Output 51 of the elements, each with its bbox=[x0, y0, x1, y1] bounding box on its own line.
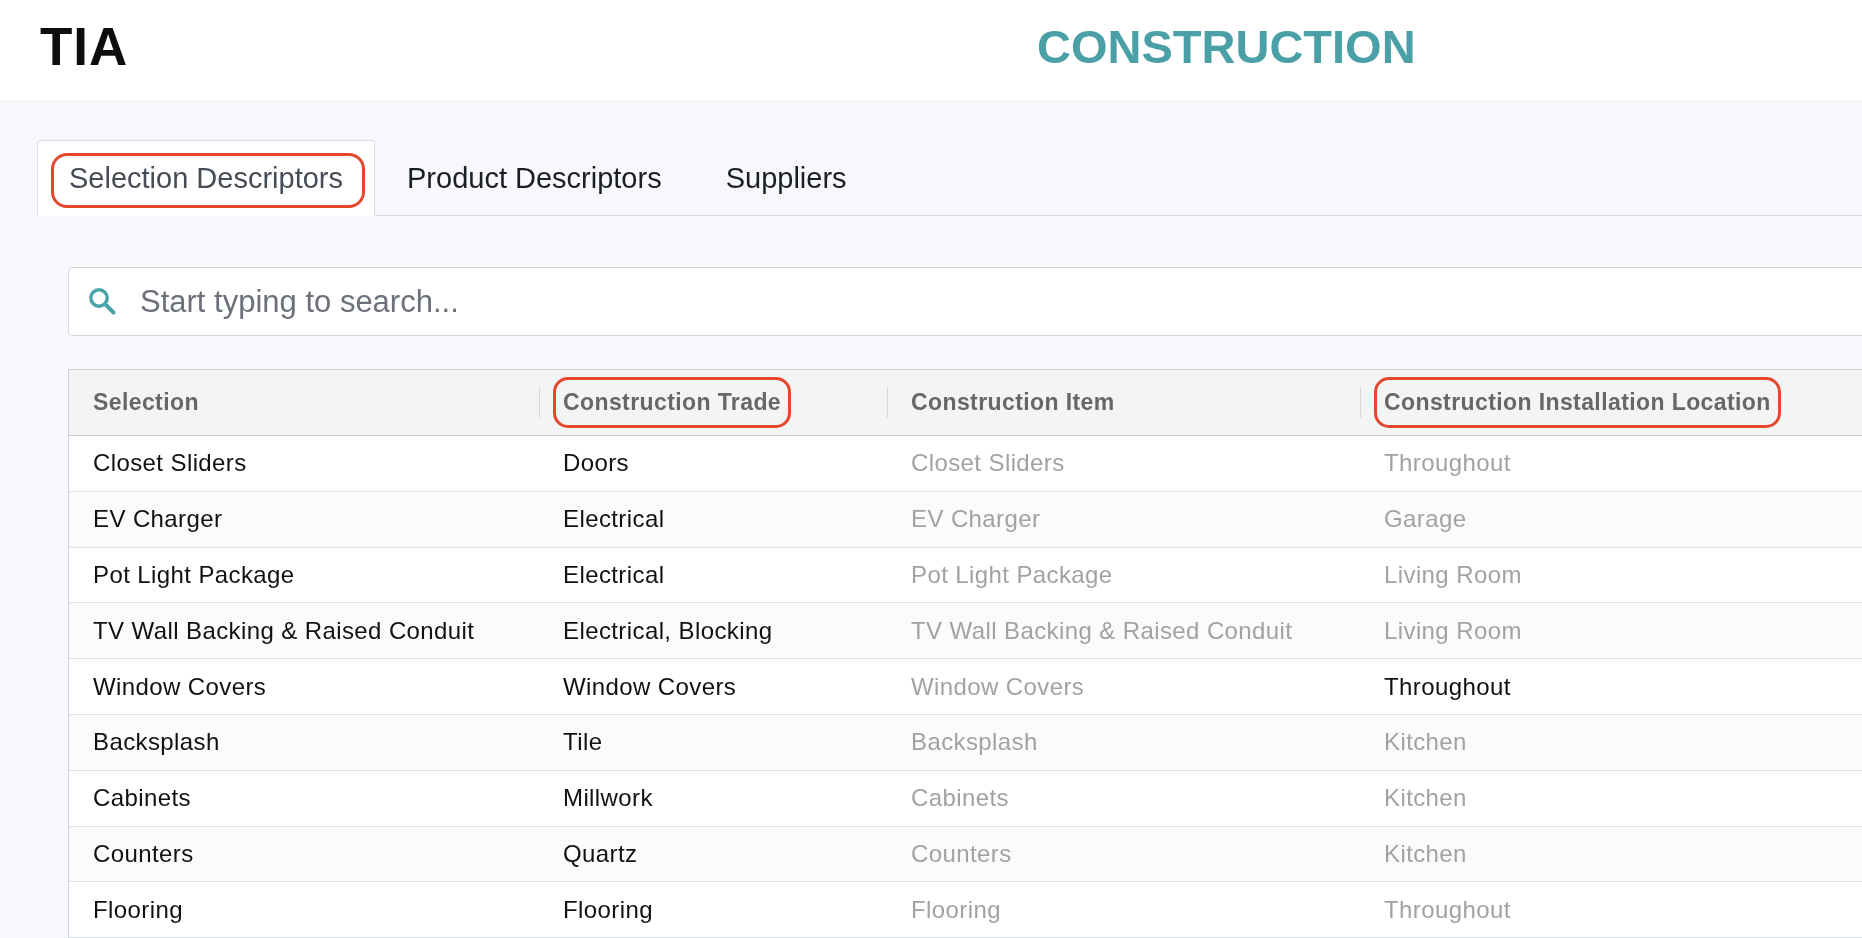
table-cell-text: EV Charger bbox=[92, 505, 224, 534]
logo[interactable]: TIA bbox=[40, 19, 129, 73]
table-cell-text: Throughout bbox=[1383, 672, 1512, 701]
table-cell-text: Window Covers bbox=[562, 672, 738, 701]
table-cell-text: Kitchen bbox=[1383, 728, 1468, 757]
table-cell-text: Window Covers bbox=[92, 672, 268, 701]
table-row[interactable]: Counters Quartz Counters Kitchen bbox=[69, 826, 1862, 883]
table-cell-text: Cabinets bbox=[92, 784, 192, 813]
table-cell-text: EV Charger bbox=[910, 505, 1042, 534]
table-cell-text: Millwork bbox=[562, 784, 654, 813]
table-cell-text: TV Wall Backing & Raised Conduit bbox=[92, 616, 476, 645]
table-cell-text: Counters bbox=[92, 839, 195, 868]
table-cell-text: Electrical bbox=[562, 505, 666, 534]
table-cell-text: Pot Light Package bbox=[910, 561, 1114, 589]
table-cell-text: Flooring bbox=[910, 895, 1002, 924]
table-row[interactable]: EV Charger Electrical EV Charger Garage bbox=[69, 491, 1862, 548]
table-row[interactable]: Backsplash Tile Backsplash Kitchen bbox=[69, 715, 1862, 771]
column-header[interactable]: Construction Trade bbox=[553, 377, 792, 428]
search-icon bbox=[88, 287, 116, 315]
column-header[interactable]: Construction Item bbox=[911, 389, 1115, 416]
search-field[interactable]: Start typing to search... bbox=[68, 267, 1862, 336]
table-cell-text: Living Room bbox=[1383, 616, 1523, 645]
table-cell-text: Garage bbox=[1383, 505, 1468, 534]
table-cell-text: Window Covers bbox=[910, 672, 1086, 701]
table-cell-text: Backsplash bbox=[92, 728, 221, 757]
table-cell-text: Tile bbox=[562, 728, 604, 757]
tab[interactable]: Suppliers bbox=[693, 140, 879, 216]
table-cell-text: Electrical, Blocking bbox=[562, 616, 774, 645]
table-cell-text: Flooring bbox=[562, 895, 654, 924]
tab[interactable]: Product Descriptors bbox=[375, 140, 694, 216]
table-row[interactable]: TV Wall Backing & Raised Conduit Electrical, Blocking TV Wall Backing & Raised Conduit Living Room bbox=[69, 603, 1862, 660]
column-header[interactable]: Selection bbox=[93, 389, 199, 416]
table-cell-text: Throughout bbox=[1383, 449, 1512, 478]
table-cell-text: Doors bbox=[562, 449, 631, 478]
page-title: CONSTRUCTION bbox=[1037, 22, 1416, 70]
table-cell-text: TV Wall Backing & Raised Conduit bbox=[910, 616, 1294, 645]
table-cell-text: Electrical bbox=[562, 561, 666, 589]
table-cell-text: Closet Sliders bbox=[910, 449, 1066, 478]
table-cell-text: Closet Sliders bbox=[92, 449, 248, 478]
table-cell-text: Cabinets bbox=[910, 784, 1010, 813]
table-cell-text: Living Room bbox=[1383, 561, 1523, 589]
table-cell-text: Pot Light Package bbox=[92, 561, 296, 589]
table-cell-text: Kitchen bbox=[1383, 839, 1468, 868]
table-cell-text: Counters bbox=[910, 839, 1013, 868]
column-header[interactable]: Construction Installation Location bbox=[1374, 377, 1781, 428]
table-cell-text: Flooring bbox=[92, 895, 184, 924]
table-cell-text: Quartz bbox=[562, 839, 639, 868]
table-cell-text: Kitchen bbox=[1383, 784, 1468, 813]
tab[interactable]: Selection Descriptors bbox=[37, 140, 375, 216]
table-cell-text: Throughout bbox=[1383, 895, 1512, 924]
table-cell-text: Backsplash bbox=[910, 728, 1039, 757]
